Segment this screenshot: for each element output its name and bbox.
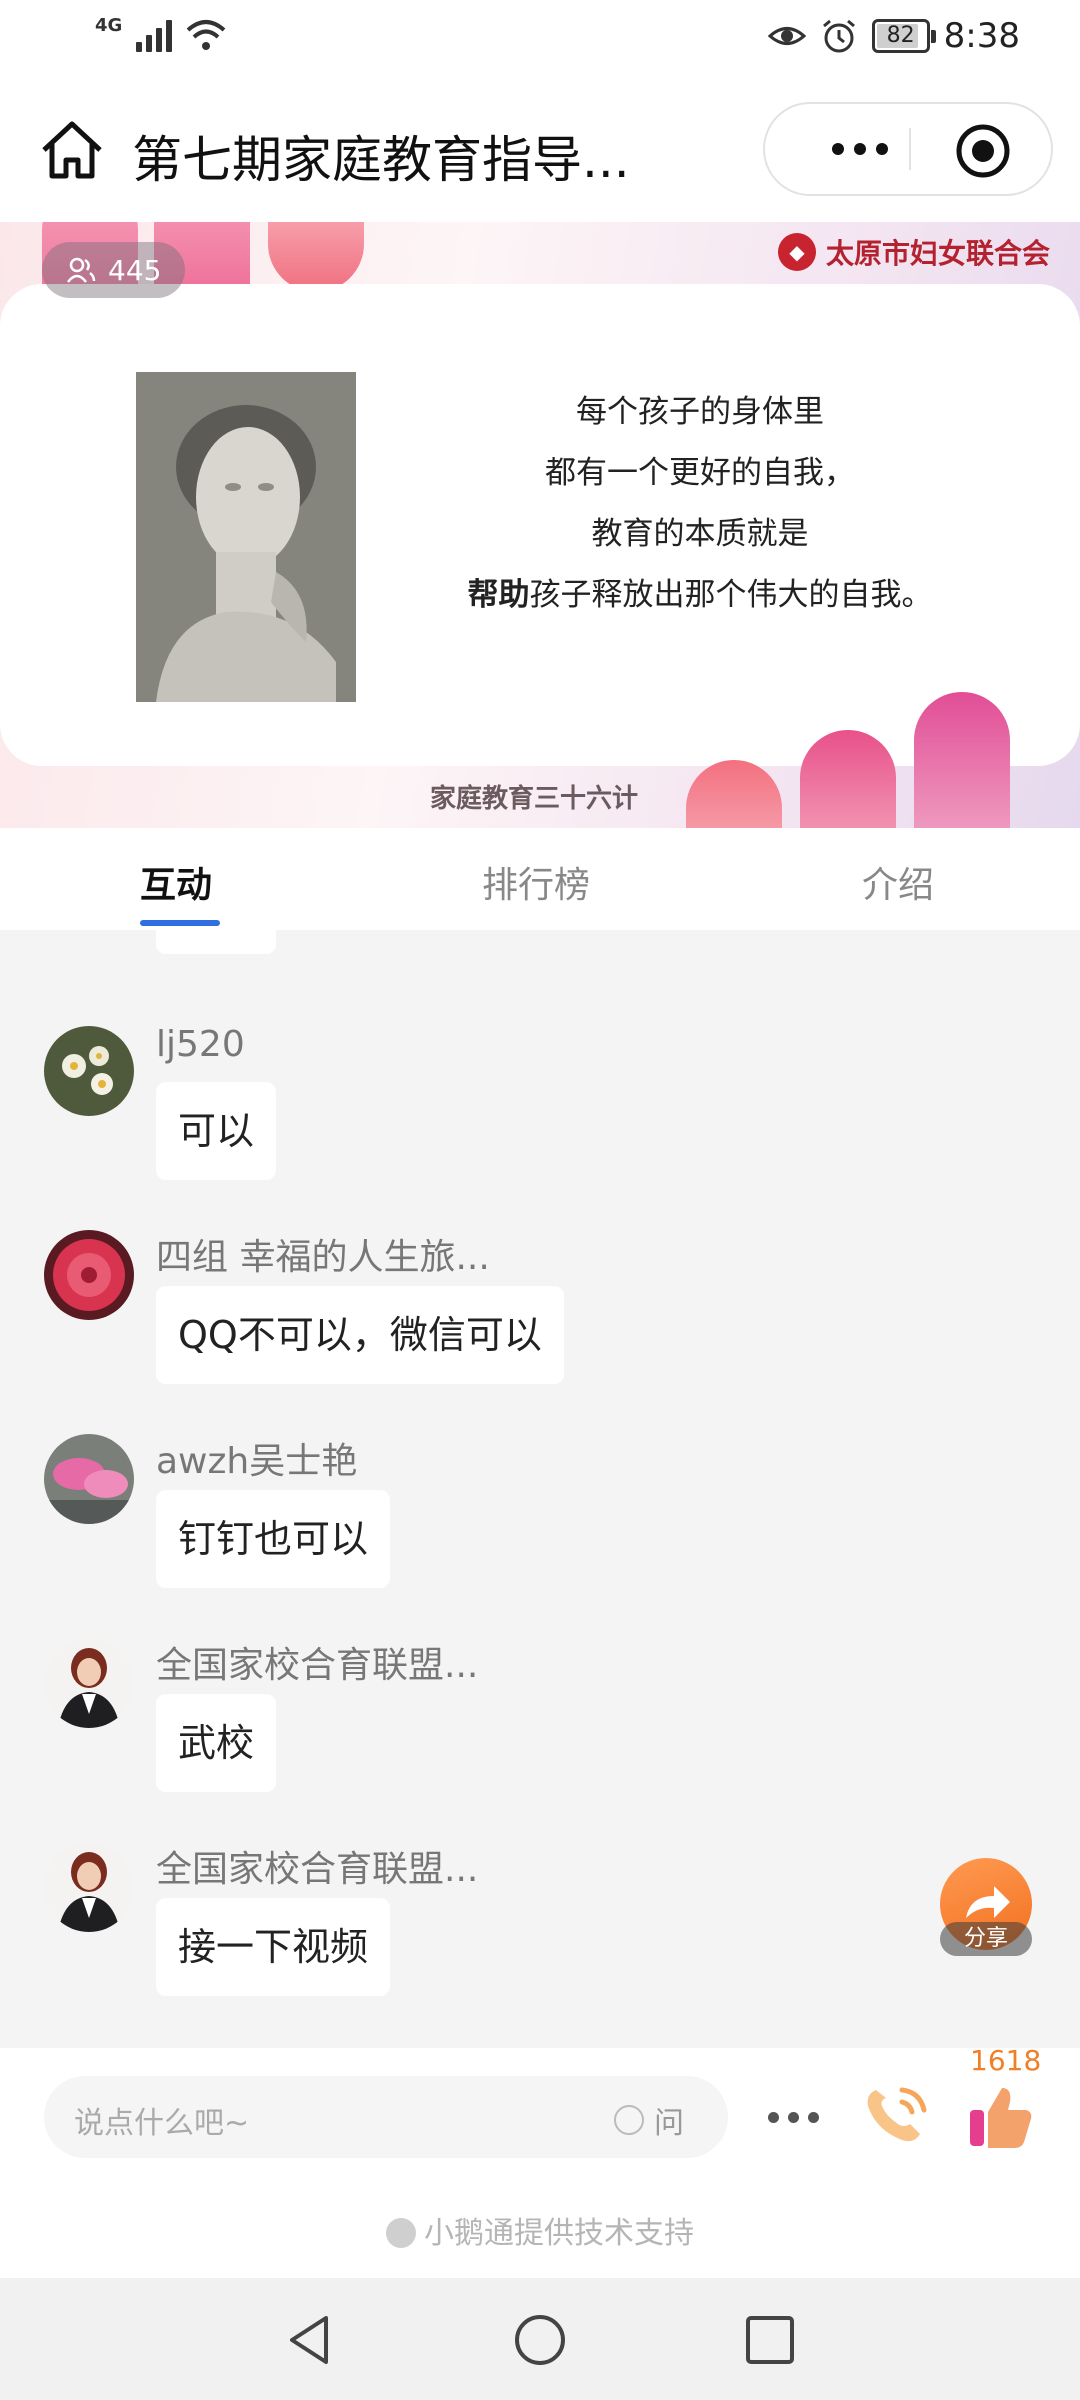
xiaoe-logo-icon (386, 2218, 416, 2248)
sender-name: awzh吴士艳 (156, 1441, 358, 1482)
sender-name: 全国家校合育联盟... (156, 1849, 479, 1890)
banner-decoration (914, 692, 1010, 828)
more-dots-icon[interactable] (805, 104, 915, 194)
quote-line: 都有一个更好的自我， (545, 455, 855, 491)
avatar[interactable] (44, 1230, 134, 1320)
banner-decoration (800, 730, 896, 828)
sender-name: lj520 (156, 1024, 245, 1065)
quote-line: 每个孩子的身体里 (576, 394, 824, 430)
alarm-icon (822, 19, 855, 53)
tab-bar: 互动 排行榜 介绍 (0, 828, 1080, 930)
comment-placeholder: 说点什么吧~ (74, 2106, 250, 2141)
share-label[interactable]: 分享 (940, 1922, 1032, 1956)
bottom-bar: 说点什么吧~ 问 1618 小鹅通提供技术支持 (0, 2044, 1080, 2278)
capsule-divider (909, 128, 911, 170)
battery-level: 82 (886, 23, 915, 48)
viewer-count-badge: 445 (42, 242, 186, 298)
powered-by-text: 小鹅通提供技术支持 (424, 2216, 694, 2251)
message-bubble: 武校 (156, 1694, 277, 1792)
home-icon[interactable] (38, 116, 106, 184)
recents-icon[interactable] (742, 2312, 798, 2368)
wifi-icon (186, 20, 226, 50)
users-icon (67, 257, 96, 283)
network-type: 4G (95, 14, 123, 36)
chat-list[interactable]: 没有 lj520 可以 四组 幸福的人生旅... QQ不可以，微信可以 awzh… (0, 930, 1080, 2048)
quote-line-rest: 孩子释放出那个伟大的自我。 (529, 577, 933, 613)
home-circle-icon[interactable] (512, 2312, 568, 2368)
sender-name: 全国家校合育联盟... (156, 1645, 479, 1686)
message-bubble: 钉钉也可以 (156, 1490, 391, 1588)
sender-name: 四组 幸福的人生旅... (156, 1237, 490, 1278)
message-bubble: QQ不可以，微信可以 (156, 1286, 564, 1384)
federation-logo: ◆ 太原市妇女联合会 (777, 232, 1050, 272)
powered-by: 小鹅通提供技术支持 (0, 2208, 1080, 2252)
thumbs-up-icon[interactable] (966, 2082, 1036, 2152)
avatar[interactable] (44, 1434, 134, 1524)
tab-intro[interactable]: 介绍 (862, 856, 934, 908)
ask-toggle[interactable]: 问 (614, 2098, 684, 2142)
viewer-count: 445 (108, 253, 162, 287)
clock: 8:38 (943, 16, 1020, 56)
active-tab-indicator (140, 920, 220, 926)
banner-quote: 每个孩子的身体里 都有一个更好的自我， 教育的本质就是 帮助孩子释放出那个伟大的… (420, 382, 980, 626)
comment-input[interactable]: 说点什么吧~ 问 (44, 2076, 728, 2158)
tab-interaction[interactable]: 互动 (140, 856, 212, 908)
women-federation-emblem-icon: ◆ (777, 233, 816, 271)
like-count: 1618 (970, 2044, 1042, 2077)
system-nav-bar (0, 2278, 1080, 2400)
target-icon[interactable] (955, 123, 1011, 179)
tab-ranking[interactable]: 排行榜 (482, 856, 590, 908)
banner-footer-text: 家庭教育三十六计 (430, 784, 639, 814)
statue-image (136, 372, 356, 702)
title-bar: 第七期家庭教育指导... (0, 80, 1080, 222)
quote-emphasis: 帮助 (467, 577, 530, 613)
ask-radio-icon[interactable] (614, 2105, 644, 2135)
back-icon[interactable] (282, 2312, 338, 2368)
message-bubble: 接一下视频 (156, 1898, 391, 1996)
message-bubble: 可以 (156, 1082, 277, 1180)
mini-program-capsule (763, 102, 1053, 196)
status-bar: 4G 82 8:38 (0, 0, 1080, 80)
avatar[interactable] (44, 1638, 134, 1728)
quote-line: 教育的本质就是 (591, 516, 809, 552)
live-banner[interactable]: 445 ◆ 太原市妇女联合会 每个孩子的身体里 都有一个更好的自我， 教育的本质… (0, 222, 1080, 828)
quote-line: 帮助孩子释放出那个伟大的自我。 (420, 565, 980, 626)
avatar[interactable] (44, 1842, 134, 1932)
signal-icon (136, 18, 173, 52)
more-options-icon[interactable] (768, 2112, 819, 2123)
battery-icon: 82 (871, 19, 936, 53)
banner-decoration (268, 222, 364, 292)
eye-icon (767, 27, 806, 45)
avatar[interactable] (44, 1026, 134, 1116)
banner-decoration (686, 760, 782, 828)
page-title: 第七期家庭教育指导... (132, 131, 630, 189)
ask-label: 问 (654, 2106, 684, 2141)
phone-call-icon[interactable] (862, 2082, 932, 2148)
federation-name: 太原市妇女联合会 (825, 237, 1050, 270)
message-bubble: 没有 (156, 930, 277, 954)
